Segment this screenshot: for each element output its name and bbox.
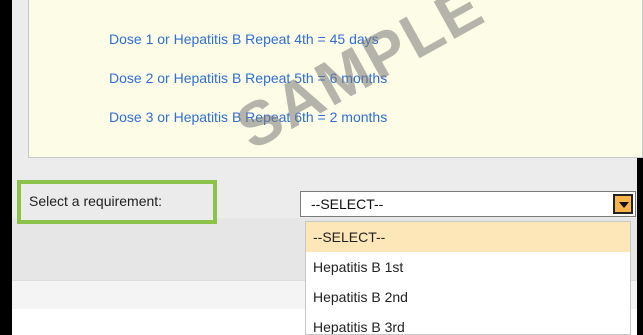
option-hepatitis-b-2nd[interactable]: Hepatitis B 2nd <box>306 282 630 312</box>
requirement-select-value: --SELECT-- <box>311 196 384 212</box>
chevron-down-icon[interactable] <box>613 194 633 214</box>
requirement-label-highlight: Select a requirement: <box>17 180 217 224</box>
requirement-label: Select a requirement: <box>29 193 163 209</box>
option-hepatitis-b-1st[interactable]: Hepatitis B 1st <box>306 252 630 282</box>
requirement-select[interactable]: --SELECT-- <box>300 191 636 217</box>
requirement-dropdown-list: --SELECT-- Hepatitis B 1st Hepatitis B 2… <box>305 221 631 335</box>
option-select[interactable]: --SELECT-- <box>306 222 630 252</box>
option-hepatitis-b-3rd[interactable]: Hepatitis B 3rd <box>306 312 630 334</box>
left-frame-border <box>0 0 12 335</box>
